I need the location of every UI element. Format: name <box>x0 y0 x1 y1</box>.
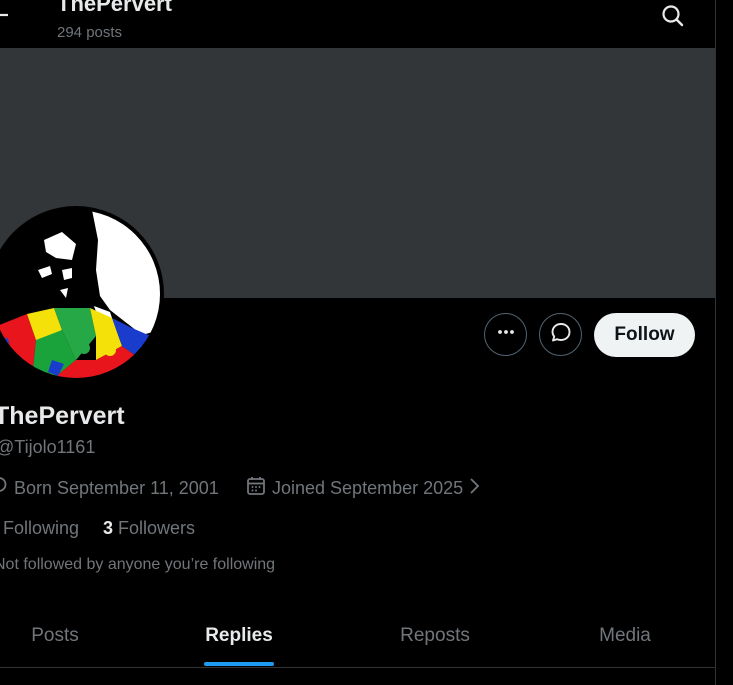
profile-tabs: Posts Replies Reposts Media <box>0 605 715 668</box>
back-arrow-icon[interactable] <box>0 6 10 24</box>
header-profile-name: ThePervert <box>57 0 172 16</box>
following-label: Following <box>3 518 80 538</box>
not-followed-note: Not followed by anyone you’re following <box>0 556 276 573</box>
profile-display-name: ThePervert <box>0 402 125 430</box>
search-icon[interactable] <box>656 0 688 32</box>
active-tab-indicator <box>204 662 274 666</box>
right-sidebar-edge <box>716 0 733 685</box>
message-icon <box>550 321 572 348</box>
avatar[interactable] <box>0 206 164 382</box>
following-link[interactable]: Following <box>3 518 79 539</box>
joined-info[interactable]: Joined September 2025 <box>246 476 486 501</box>
top-bar: ThePervert 294 posts <box>0 0 715 48</box>
birthday-info: Born September 11, 2001 <box>0 476 219 501</box>
followers-link[interactable]: 3 Followers <box>103 518 195 539</box>
followers-label: Followers <box>118 518 196 538</box>
tab-reposts[interactable]: Reposts <box>375 605 495 667</box>
tab-media[interactable]: Media <box>565 605 685 667</box>
more-options-button[interactable] <box>484 313 527 356</box>
chevron-right-icon <box>468 477 486 500</box>
message-button[interactable] <box>539 313 582 356</box>
follow-button[interactable]: Follow <box>594 313 695 357</box>
profile-handle: @Tijolo1161 <box>0 437 96 457</box>
more-icon <box>496 322 516 347</box>
calendar-icon <box>246 476 272 501</box>
balloon-icon <box>0 476 14 501</box>
joined-text: Joined September 2025 <box>272 478 464 498</box>
profile-column: ThePervert 294 posts Follow ThePervert @… <box>0 0 715 685</box>
header-posts-count: 294 posts <box>57 24 123 41</box>
followers-count: 3 <box>103 518 114 538</box>
tab-replies[interactable]: Replies <box>179 605 299 667</box>
tab-posts[interactable]: Posts <box>0 605 110 667</box>
born-text: Born September 11, 2001 <box>14 478 219 498</box>
